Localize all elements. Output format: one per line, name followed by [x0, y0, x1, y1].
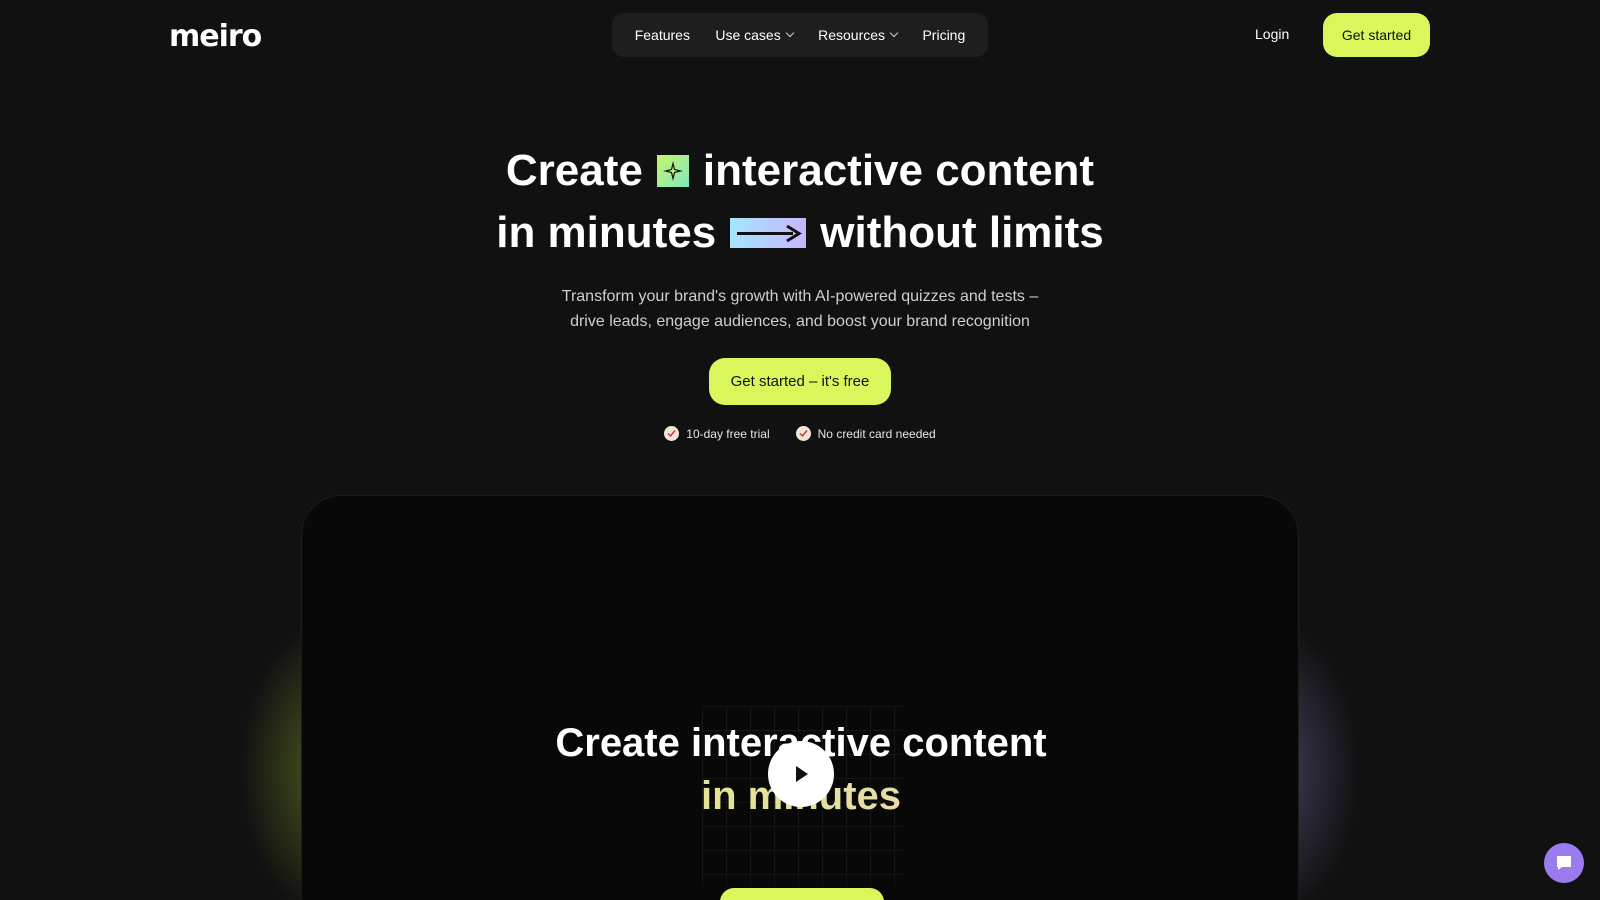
hero-subtitle: Transform your brand's growth with AI-po…: [561, 288, 1039, 305]
logo-text: meiro: [169, 18, 262, 54]
check-icon: [795, 426, 811, 441]
video-cta-button[interactable]: [720, 888, 884, 900]
hero-title-line1: Create interactive content: [0, 146, 1600, 196]
arrow-right-icon: [730, 218, 807, 248]
sparkle-icon: [656, 155, 689, 187]
hero-title-line2: in minutes without limits: [0, 208, 1600, 258]
hero-title-text: interactive content: [702, 146, 1095, 195]
hero-title-text: in minutes: [496, 208, 717, 257]
get-started-button[interactable]: Get started: [1323, 13, 1430, 57]
perk-item: 10-day free trial: [664, 426, 770, 441]
nav-item-features[interactable]: Features: [635, 27, 690, 43]
nav-item-pricing[interactable]: Pricing: [922, 27, 965, 43]
chat-widget-button[interactable]: [1544, 843, 1584, 883]
hero-subtitle: drive leads, engage audiences, and boost…: [570, 313, 1030, 330]
nav-item-label: Resources: [818, 27, 886, 43]
chevron-down-icon: [889, 28, 899, 38]
chevron-down-icon: [785, 28, 794, 38]
main-nav: Features Use cases Resources Pricing: [612, 13, 988, 57]
page: meiro Features Use cases Resources Prici…: [0, 0, 1600, 900]
perk-item: No credit card needed: [795, 426, 936, 441]
login-link[interactable]: Login: [1255, 26, 1289, 42]
nav-item-use-cases[interactable]: Use cases: [715, 27, 794, 43]
nav-item-label: Features: [634, 27, 690, 43]
perks: 10-day free trial No credit card needed: [0, 426, 1600, 441]
check-icon: [664, 426, 680, 441]
perk-label: No credit card needed: [817, 426, 936, 441]
play-icon: [796, 766, 808, 782]
play-button[interactable]: [768, 741, 834, 807]
nav-item-label: Use cases: [715, 27, 781, 43]
hero-title-text: without limits: [820, 208, 1104, 257]
nav-item-label: Pricing: [922, 27, 966, 43]
nav-item-resources[interactable]: Resources: [818, 27, 899, 43]
video-player[interactable]: Create interactive content in minutes: [301, 495, 1299, 900]
get-started-free-button[interactable]: Get started – it's free: [709, 358, 891, 405]
perk-label: 10-day free trial: [686, 426, 770, 441]
hero-title-text: Create: [505, 146, 643, 195]
logo[interactable]: meiro: [169, 18, 262, 54]
chat-icon: [1557, 856, 1571, 870]
